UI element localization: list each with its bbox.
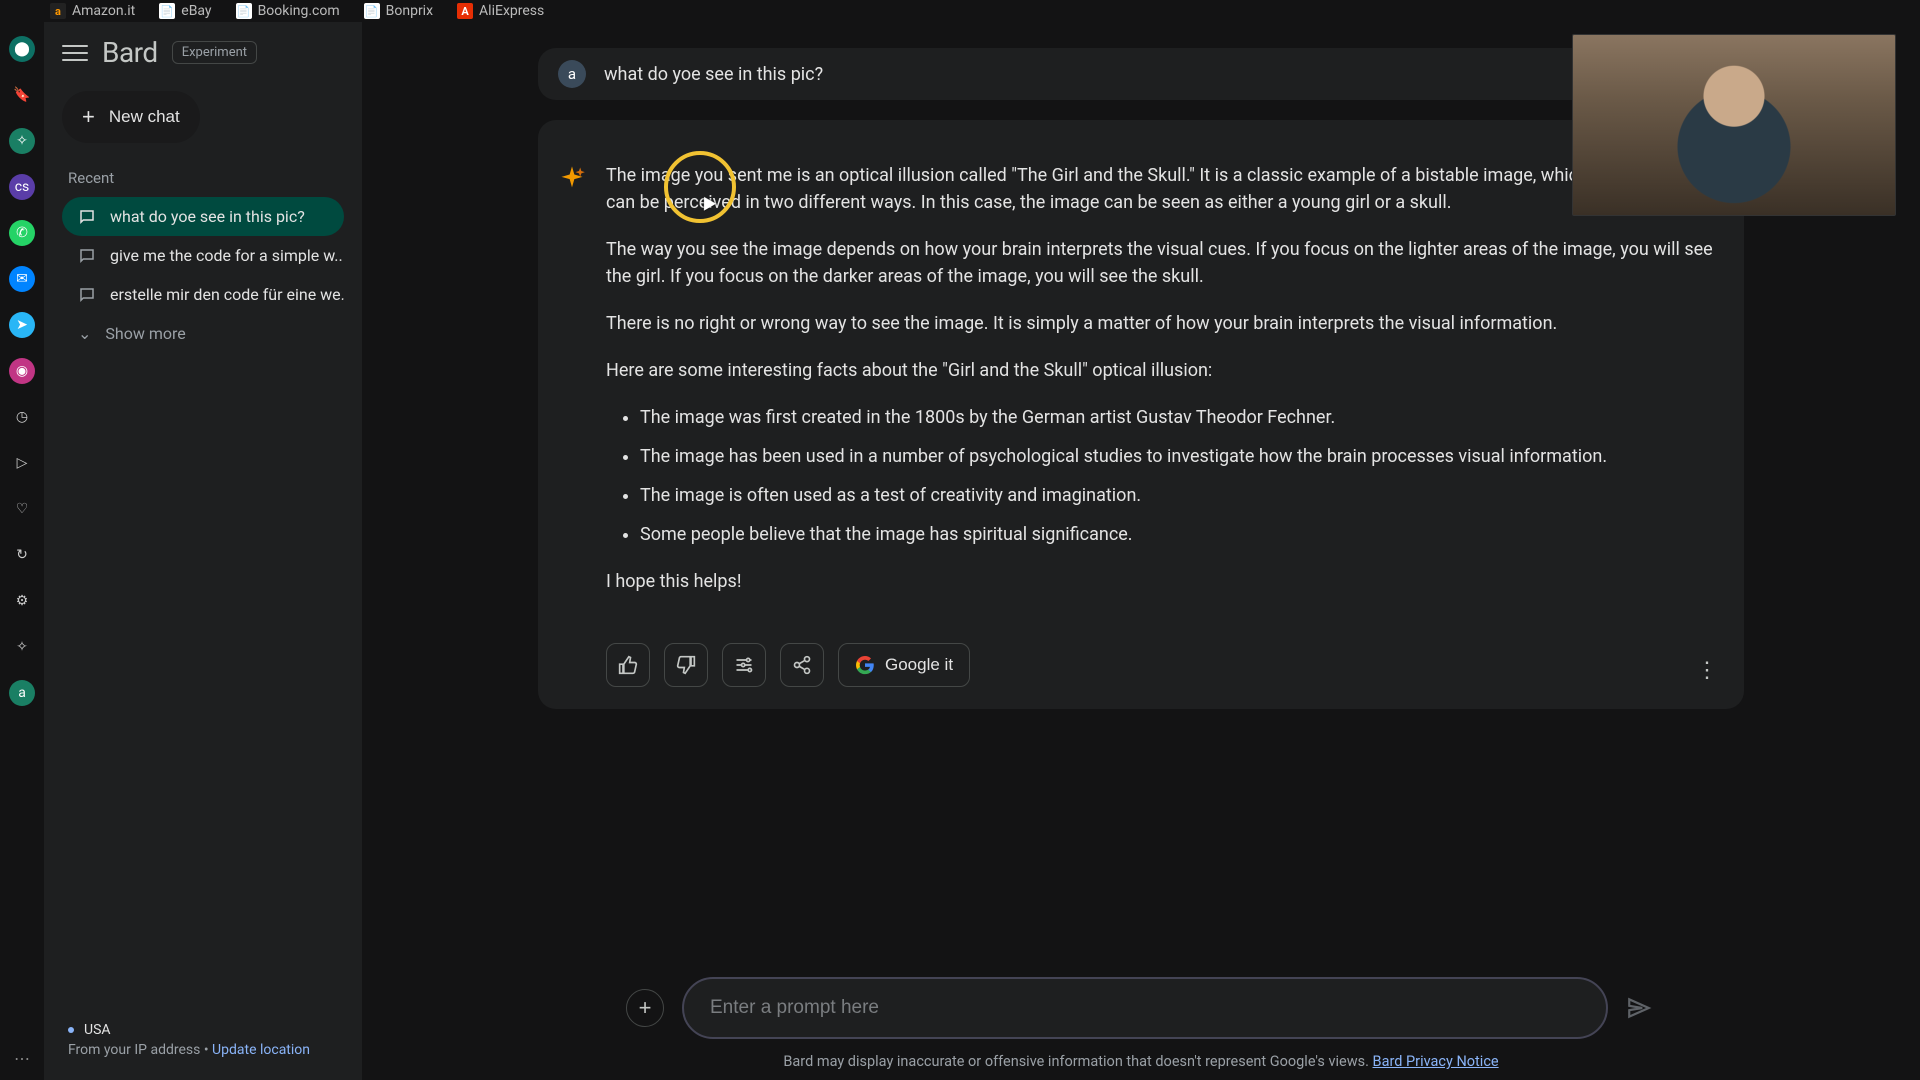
share-icon	[792, 655, 812, 675]
amazon-icon: a	[50, 3, 66, 19]
rail-telegram-icon[interactable]: ➤	[9, 312, 35, 338]
response-paragraph: Here are some interesting facts about th…	[606, 357, 1714, 384]
send-button[interactable]	[1626, 993, 1656, 1023]
response-text: The image you sent me is an optical illu…	[606, 162, 1714, 615]
response-paragraph: There is no right or wrong way to see th…	[606, 310, 1714, 337]
bookmark-label: eBay	[181, 3, 211, 19]
google-logo-icon	[855, 655, 875, 675]
rail-app-1[interactable]: ⬤	[9, 36, 35, 62]
response-more-button[interactable]: ⋮	[1696, 658, 1718, 683]
location-dot-icon	[68, 1027, 74, 1033]
experiment-badge: Experiment	[172, 41, 257, 64]
bard-spark-icon	[558, 164, 586, 192]
response-paragraph: The way you see the image depends on how…	[606, 236, 1714, 290]
country-label: USA	[84, 1022, 111, 1038]
rail-app-green[interactable]: a	[9, 680, 35, 706]
user-avatar: a	[558, 60, 586, 88]
rail-wand-icon[interactable]: ✧	[9, 634, 35, 660]
prompt-input[interactable]	[682, 977, 1608, 1039]
new-chat-label: New chat	[109, 107, 180, 127]
rail-whatsapp-icon[interactable]: ✆	[9, 220, 35, 246]
recent-item[interactable]: give me the code for a simple w...	[62, 236, 344, 275]
rail-history-icon[interactable]: ↻	[9, 542, 35, 568]
bookmark-aliexpress[interactable]: A AliExpress	[457, 3, 544, 19]
recent-item-label: erstelle mir den code für eine we...	[110, 285, 344, 304]
show-more-button[interactable]: ⌄ Show more	[62, 314, 344, 353]
chevron-down-icon: ⌄	[78, 324, 91, 343]
response-bullet: The image has been used in a number of p…	[640, 443, 1714, 470]
recent-item-label: give me the code for a simple w...	[110, 246, 344, 265]
ali-icon: A	[457, 3, 473, 19]
update-location-link[interactable]: Update location	[212, 1042, 310, 1058]
recent-item-label: what do yoe see in this pic?	[110, 207, 305, 226]
privacy-link[interactable]: Bard Privacy Notice	[1373, 1053, 1499, 1070]
disclaimer-text: Bard may display inaccurate or offensive…	[783, 1053, 1369, 1070]
sep: •	[204, 1042, 212, 1058]
recent-item[interactable]: erstelle mir den code für eine we...	[62, 275, 344, 314]
bookmark-label: Bonprix	[386, 3, 433, 19]
sidebar: Bard Experiment + New chat Recent what d…	[44, 22, 362, 1080]
response-bullet: Some people believe that the image has s…	[640, 521, 1714, 548]
bookmark-amazon[interactable]: a Amazon.it	[50, 3, 135, 19]
user-message-text: what do yoe see in this pic?	[604, 64, 823, 85]
doc-icon: 📄	[236, 3, 252, 19]
rail-bookmark-icon[interactable]: 🔖	[9, 82, 35, 108]
response-card: View other d The image you sent me is an…	[538, 120, 1744, 709]
chat-icon	[78, 247, 96, 265]
tune-button[interactable]	[722, 643, 766, 687]
chat-icon	[78, 286, 96, 304]
tune-icon	[734, 655, 754, 675]
response-bullet: The image was first created in the 1800s…	[640, 404, 1714, 431]
rail-send-icon[interactable]: ▷	[9, 450, 35, 476]
share-button[interactable]	[780, 643, 824, 687]
rail-instagram-icon[interactable]: ◉	[9, 358, 35, 384]
response-bullet-list: The image was first created in the 1800s…	[640, 404, 1714, 548]
bookmark-ebay[interactable]: 📄 eBay	[159, 3, 211, 19]
left-rail: ⬤ 🔖 ✧ cs ✆ ✉ ➤ ◉ ◷ ▷ ♡ ↻ ⚙ ✧ a ⋯	[0, 22, 44, 1080]
thumbs-up-button[interactable]	[606, 643, 650, 687]
brand-title: Bard	[102, 36, 158, 69]
recent-heading: Recent	[68, 169, 338, 187]
google-it-button[interactable]: Google it	[838, 643, 970, 687]
thumbs-down-icon	[676, 655, 696, 675]
send-icon	[1626, 995, 1652, 1021]
webcam-overlay	[1572, 34, 1896, 216]
response-paragraph: The image you sent me is an optical illu…	[606, 162, 1714, 216]
bookmark-bar: a Amazon.it 📄 eBay 📄 Booking.com 📄 Bonpr…	[0, 0, 1920, 22]
location-source: From your IP address	[68, 1042, 200, 1058]
rail-clock-icon[interactable]: ◷	[9, 404, 35, 430]
disclaimer: Bard may display inaccurate or offensive…	[783, 1053, 1498, 1070]
add-attachment-button[interactable]: +	[626, 989, 664, 1027]
new-chat-button[interactable]: + New chat	[62, 91, 200, 143]
doc-icon: 📄	[364, 3, 380, 19]
thumbs-down-button[interactable]	[664, 643, 708, 687]
bookmark-label: Amazon.it	[72, 3, 135, 19]
plus-icon: +	[82, 104, 95, 130]
rail-more-icon[interactable]: ⋯	[14, 1049, 30, 1068]
bookmark-label: AliExpress	[479, 3, 544, 19]
menu-icon[interactable]	[62, 45, 88, 61]
recent-item-active[interactable]: what do yoe see in this pic?	[62, 197, 344, 236]
user-message-card: a what do yoe see in this pic?	[538, 48, 1744, 100]
google-it-label: Google it	[885, 655, 953, 675]
prompt-area: + Bard may display inaccurate or offensi…	[362, 977, 1920, 1072]
rail-app-purple[interactable]: cs	[9, 174, 35, 200]
response-closing: I hope this helps!	[606, 568, 1714, 595]
thumbs-up-icon	[618, 655, 638, 675]
plus-icon: +	[639, 995, 652, 1021]
bookmark-booking[interactable]: 📄 Booking.com	[236, 3, 340, 19]
doc-icon: 📄	[159, 3, 175, 19]
main-content: a what do yoe see in this pic? View othe…	[362, 22, 1920, 1080]
response-action-bar: Google it	[606, 643, 1714, 687]
location-block: USA From your IP address • Update locati…	[62, 1022, 344, 1066]
response-bullet: The image is often used as a test of cre…	[640, 482, 1714, 509]
rail-messenger-icon[interactable]: ✉	[9, 266, 35, 292]
bookmark-bonprix[interactable]: 📄 Bonprix	[364, 3, 433, 19]
rail-app-active[interactable]: ✧	[9, 128, 35, 154]
rail-heart-icon[interactable]: ♡	[9, 496, 35, 522]
chat-icon	[78, 208, 96, 226]
bookmark-label: Booking.com	[258, 3, 340, 19]
rail-settings-icon[interactable]: ⚙	[9, 588, 35, 614]
show-more-label: Show more	[105, 324, 185, 343]
